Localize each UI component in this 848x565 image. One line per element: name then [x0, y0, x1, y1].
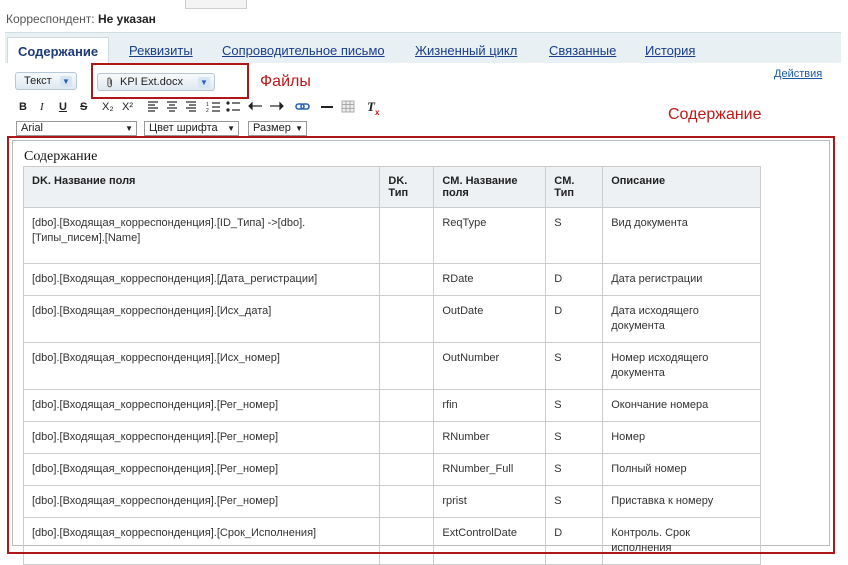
subscript-button[interactable]: X₂ [102, 101, 114, 113]
correspondent-bar: Корреспондент: Не указан [0, 0, 848, 32]
tab-related[interactable]: Связанные [549, 43, 616, 58]
font-color-select[interactable]: Цвет шрифта ▼ [144, 121, 239, 136]
chevron-down-icon: ▼ [60, 76, 72, 87]
svg-text:2: 2 [206, 108, 209, 114]
tab-cover-letter[interactable]: Сопроводительное письмо [222, 43, 385, 58]
content-highlight [7, 136, 835, 554]
content-annotation: Содержание [668, 106, 762, 123]
bold-button[interactable]: B [19, 101, 27, 113]
align-left-icon[interactable] [148, 101, 158, 112]
table-icon[interactable] [341, 100, 355, 113]
correspondent-label: Корреспондент: [6, 12, 95, 26]
tab-content[interactable]: Содержание [7, 37, 110, 63]
font-select[interactable]: Arial ▼ [16, 121, 137, 136]
files-highlight [91, 63, 249, 99]
font-select-value: Arial [21, 122, 44, 134]
tab-bar: Содержание Реквизиты Сопроводительное пи… [5, 32, 841, 63]
clear-format-button[interactable]: T [367, 99, 375, 115]
underline-button[interactable]: U [59, 101, 67, 113]
text-dropdown-label: Текст [24, 75, 52, 87]
chevron-down-icon: ▼ [125, 124, 133, 133]
link-icon[interactable] [295, 103, 310, 110]
indent-icon[interactable] [270, 101, 284, 111]
text-dropdown[interactable]: Текст ▼ [15, 72, 77, 90]
clear-format-x-icon: x [375, 108, 380, 117]
correspondent-field: Корреспондент: Не указан [6, 12, 156, 26]
align-center-icon[interactable] [167, 101, 177, 112]
format-toolbar-icons: 12 [148, 100, 355, 114]
chevron-down-icon: ▼ [227, 124, 235, 133]
correspondent-value: Не указан [97, 12, 156, 26]
header-button[interactable] [185, 0, 247, 9]
strikethrough-button[interactable]: S [80, 101, 87, 113]
outdent-icon[interactable] [248, 101, 262, 111]
files-annotation: Файлы [260, 73, 311, 90]
font-size-select[interactable]: Размер ▼ [248, 121, 307, 136]
tab-lifecycle[interactable]: Жизненный цикл [415, 43, 517, 58]
superscript-button[interactable]: X² [122, 101, 133, 113]
chevron-down-icon: ▼ [295, 124, 303, 133]
font-size-value: Размер [253, 122, 291, 134]
numbered-list-icon[interactable]: 12 [206, 102, 220, 114]
italic-button[interactable]: I [40, 101, 44, 113]
tab-history[interactable]: История [645, 43, 695, 58]
bullet-list-icon[interactable] [226, 101, 240, 112]
tab-requisites[interactable]: Реквизиты [129, 43, 193, 58]
actions-link[interactable]: Действия [774, 68, 822, 80]
align-right-icon[interactable] [186, 101, 196, 112]
font-color-value: Цвет шрифта [149, 122, 218, 134]
